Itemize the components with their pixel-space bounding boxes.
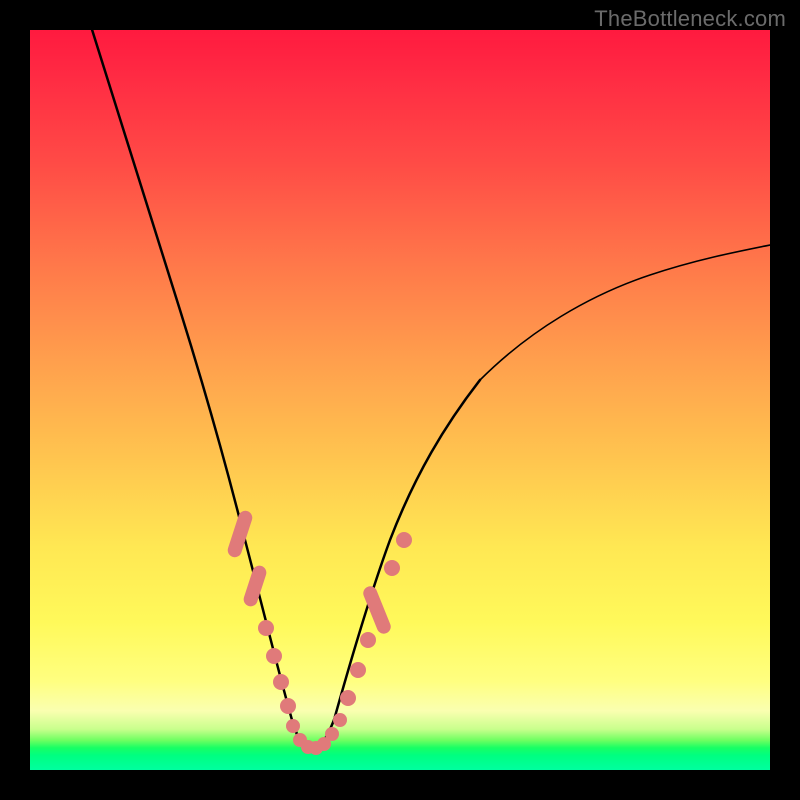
- chart-frame: TheBottleneck.com: [0, 0, 800, 800]
- marker-cluster-right: [340, 532, 412, 706]
- curve-layer: [30, 30, 770, 770]
- marker-cluster-left: [226, 509, 296, 714]
- curve-left-branch: [89, 30, 308, 750]
- curve-right-upper: [480, 245, 770, 380]
- marker-cluster-bottom: [286, 713, 347, 755]
- watermark-text: TheBottleneck.com: [594, 6, 786, 32]
- plot-area: [30, 30, 770, 770]
